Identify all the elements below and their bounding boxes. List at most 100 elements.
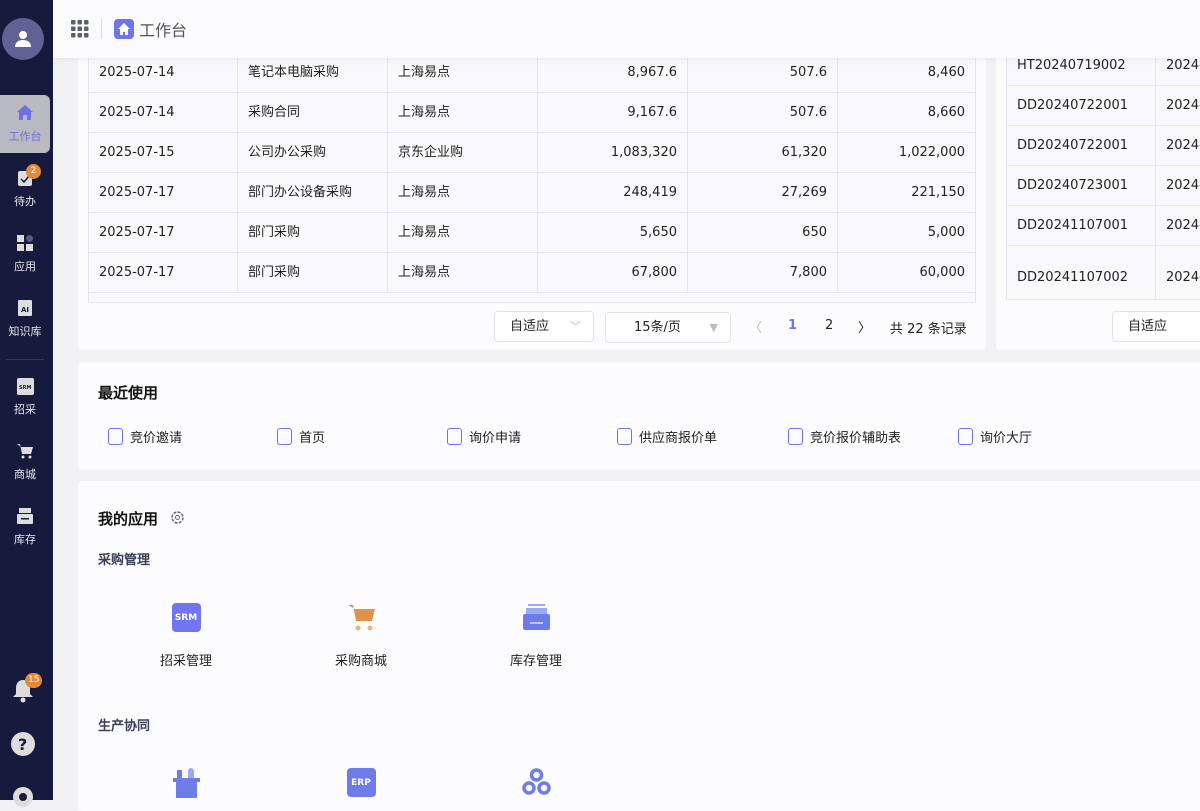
cell-amount: 5,000 [838, 213, 976, 253]
recent-item-label: 竞价邀请 [130, 431, 183, 446]
cell-date: 2024- [1156, 126, 1200, 166]
recent-item-label: 询价大厅 [980, 431, 1033, 446]
cell-amount: 8,460 [838, 53, 976, 93]
cell-name: 部门采购 [238, 213, 388, 253]
sidebar-item-knowledge[interactable]: AI 知识库 [0, 290, 50, 348]
cell-name: 笔记本电脑采购 [238, 53, 388, 93]
sidebar-item-workbench[interactable]: 工作台 [0, 95, 50, 153]
caret-down-icon: ▼ [709, 321, 718, 334]
cell-total: 5,650 [538, 213, 688, 253]
recent-item[interactable]: 询价大厅 [958, 427, 1032, 446]
my-apps-title: 我的应用 [98, 510, 159, 528]
app-inventory[interactable]: 库存管理 [476, 603, 596, 669]
app-production[interactable] [126, 768, 246, 800]
total-records: 共 22 条记录 [890, 322, 967, 337]
header: 工作台 [53, 0, 1200, 58]
gear-icon[interactable] [170, 510, 185, 525]
cell-order-no: DD20241107002 [1006, 246, 1156, 300]
cell-date: 2025-07-14 [88, 93, 238, 133]
document-icon [617, 428, 632, 445]
cell-amount: 221,150 [838, 173, 976, 213]
cell-name: 部门采购 [238, 253, 388, 293]
sidebar-item-label: 库存 [14, 533, 36, 546]
sidebar-item-label: 应用 [14, 260, 36, 273]
recent-item[interactable]: 竞价报价辅助表 [788, 427, 901, 446]
sidebar-item-inventory[interactable]: 库存 [0, 498, 50, 556]
cell-order-no: DD20241107001 [1006, 206, 1156, 246]
header-divider [101, 19, 102, 39]
home-icon [16, 104, 34, 122]
fit-select[interactable]: 自适应 ﹀ [494, 311, 594, 342]
sidebar: 工作台 待办 2 应用 AI 知识库 SRM 招采 商城 库存 15 ? [0, 0, 53, 807]
avatar[interactable] [2, 18, 44, 60]
cell-supplier: 上海易点 [388, 53, 538, 93]
cell-order-no: DD20240722001 [1006, 86, 1156, 126]
cell-date: 2024- [1156, 246, 1200, 300]
page-1-button[interactable]: 1 [788, 318, 797, 333]
recent-item[interactable]: 询价申请 [447, 427, 521, 446]
sidebar-item-mall[interactable]: 商城 [0, 433, 50, 491]
app-label: 采购商城 [334, 654, 387, 669]
app-collab[interactable] [476, 768, 596, 800]
document-icon [447, 428, 462, 445]
recent-item-label: 询价申请 [469, 431, 522, 446]
my-apps-card [78, 481, 1200, 811]
recent-item[interactable]: 首页 [277, 427, 325, 446]
cell-supplier: 京东企业购 [388, 133, 538, 173]
cell-name: 部门办公设备采购 [238, 173, 388, 213]
page-2-button[interactable]: 2 [825, 318, 833, 333]
sidebar-divider [6, 359, 44, 360]
cart-icon [347, 605, 375, 631]
app-grid-icon[interactable] [71, 20, 89, 38]
cell-total: 67,800 [538, 253, 688, 293]
help-icon[interactable]: ? [10, 731, 36, 757]
cell-date: 2025-07-14 [88, 53, 238, 93]
recent-item-label: 首页 [299, 431, 326, 446]
srm-icon: SRM [16, 377, 34, 395]
notification-badge: 15 [25, 673, 43, 688]
document-icon [788, 428, 803, 445]
recent-item[interactable]: 竞价邀请 [108, 427, 182, 446]
cell-supplier: 上海易点 [388, 173, 538, 213]
cell-order-no: DD20240722001 [1006, 126, 1156, 166]
sidebar-item-apps[interactable]: 应用 [0, 225, 50, 283]
document-icon [108, 428, 123, 445]
app-mall[interactable]: 采购商城 [301, 603, 421, 669]
svg-text:AI: AI [21, 306, 29, 314]
recent-item[interactable]: 供应商报价单 [617, 427, 717, 446]
home-tab-icon [114, 19, 134, 39]
inventory-icon [522, 604, 550, 630]
recent-item-label: 供应商报价单 [639, 431, 718, 446]
page-size-select[interactable]: 15条/页 ▼ [605, 312, 731, 343]
app-srm[interactable]: SRM 招采管理 [126, 603, 246, 669]
app-label: 库存管理 [509, 654, 562, 669]
cell-amount: 1,022,000 [838, 133, 976, 173]
cell-tax: 61,320 [688, 133, 838, 173]
cell-tax: 650 [688, 213, 838, 253]
cell-name: 公司办公采购 [238, 133, 388, 173]
app-label: 招采管理 [159, 654, 212, 669]
apps-icon [16, 234, 34, 252]
toolbox-icon [172, 768, 200, 798]
sidebar-item-srm[interactable]: SRM 招采 [0, 368, 50, 426]
group-title: 生产协同 [98, 719, 151, 734]
sidebar-item-label: 待办 [14, 195, 36, 208]
recent-item-label: 竞价报价辅助表 [810, 431, 902, 446]
app-erp[interactable]: ERP [301, 768, 421, 797]
todo-badge: 2 [26, 164, 41, 179]
cell-supplier: 上海易点 [388, 93, 538, 133]
svg-text:?: ? [18, 735, 27, 754]
prev-page-button[interactable]: 〈 [749, 317, 762, 336]
cell-amount: 8,660 [838, 93, 976, 133]
cell-amount: 60,000 [838, 253, 976, 293]
cell-date: 2025-07-15 [88, 133, 238, 173]
right-fit-select[interactable]: 自适应 [1112, 311, 1200, 342]
srm-icon: SRM [171, 603, 201, 632]
cell-total: 9,167.6 [538, 93, 688, 133]
settings-icon[interactable] [12, 786, 34, 808]
sidebar-item-todo[interactable]: 待办 [0, 160, 50, 218]
cell-date: 2025-07-17 [88, 213, 238, 253]
cell-total: 248,419 [538, 173, 688, 213]
layers-icon [958, 428, 973, 445]
next-page-button[interactable]: 〉 [858, 317, 871, 336]
